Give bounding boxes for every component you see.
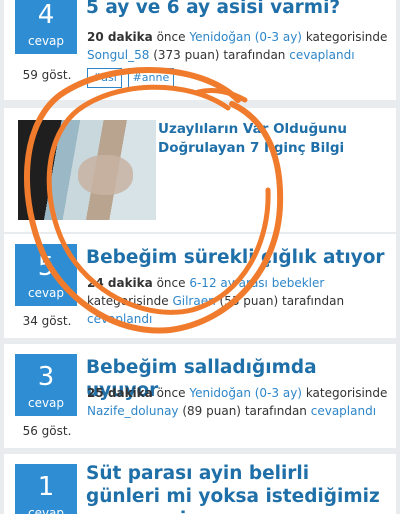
user-points: (89 puan) [182, 404, 241, 418]
category-link[interactable]: Yenidoğan (0-3 ay) [189, 30, 302, 44]
by-text: tarafından [281, 294, 345, 308]
ad-card[interactable]: Uzaylıların Var Olduğunu Doğrulayan 7 İl… [4, 108, 396, 232]
question-card: 5 cevap 34 göst. Bebeğim sürekli çığlık … [4, 234, 396, 338]
category-link[interactable]: 6-12 ay arası bebekler [189, 276, 324, 290]
user-link[interactable]: Songul_58 [87, 48, 149, 62]
answer-label: cevap [27, 286, 65, 300]
answer-count: 3 [37, 362, 55, 392]
view-count: 59 göst. [22, 68, 72, 82]
answer-count: 5 [37, 252, 55, 282]
question-meta: 24 dakika önce 6-12 ay arası bebekler ka… [87, 274, 388, 328]
question-title[interactable]: Bebeğim sürekli çığlık atıyor [86, 246, 386, 269]
ad-image[interactable] [18, 120, 156, 220]
question-meta: 20 dakika önce Yenidoğan (0-3 ay) katego… [87, 28, 388, 64]
time-suffix: önce [156, 276, 186, 290]
status-link[interactable]: cevaplandı [87, 312, 152, 326]
user-points: (53 puan) [219, 294, 279, 308]
time-suffix: önce [156, 30, 186, 44]
status-link[interactable]: cevaplandı [311, 404, 376, 418]
user-points: (373 puan) [153, 48, 220, 62]
tag[interactable]: #anne [127, 68, 175, 88]
question-title[interactable]: 5 ay ve 6 ay asisi varmi? [86, 0, 386, 19]
answer-count-box[interactable]: 3 cevap [15, 354, 77, 416]
ad-title[interactable]: Uzaylıların Var Olduğunu Doğrulayan 7 İl… [158, 120, 386, 158]
ad-image-subject [78, 155, 133, 195]
status-link[interactable]: cevaplandı [289, 48, 354, 62]
answer-count: 1 [37, 472, 55, 502]
question-time: 20 dakika [87, 30, 153, 44]
tag[interactable]: #asi [87, 68, 122, 88]
by-text: tarafından [244, 404, 307, 418]
user-link[interactable]: Gilraen [172, 294, 215, 308]
category-suffix: kategorisinde [305, 30, 388, 44]
answer-label: cevap [27, 396, 65, 410]
question-card: 1 cevap Süt parası ayin belirli günleri … [4, 454, 396, 514]
category-suffix: kategorisinde [305, 386, 388, 400]
tag-list: #asi #anne [87, 68, 388, 88]
answer-label: cevap [27, 506, 65, 514]
question-card: 4 cevap 59 göst. 5 ay ve 6 ay asisi varm… [4, 0, 396, 100]
by-text: tarafından [223, 48, 286, 62]
question-meta: 25 dakika önce Yenidoğan (0-3 ay) katego… [87, 384, 388, 420]
user-link[interactable]: Nazife_dolunay [87, 404, 179, 418]
view-count: 34 göst. [22, 314, 72, 328]
category-suffix: kategorisinde [87, 294, 169, 308]
question-title[interactable]: Süt parası ayin belirli günleri mi yoksa… [86, 462, 386, 514]
answer-label: cevap [27, 34, 65, 48]
time-suffix: önce [156, 386, 186, 400]
answer-count: 4 [37, 0, 55, 30]
answer-count-box[interactable]: 4 cevap [15, 0, 77, 54]
question-card: 3 cevap 56 göst. Bebeğim salladığımda uy… [4, 344, 396, 448]
category-link[interactable]: Yenidoğan (0-3 ay) [189, 386, 302, 400]
question-time: 25 dakika [87, 386, 153, 400]
question-time: 24 dakika [87, 276, 153, 290]
answer-count-box[interactable]: 5 cevap [15, 244, 77, 306]
view-count: 56 göst. [22, 424, 72, 438]
